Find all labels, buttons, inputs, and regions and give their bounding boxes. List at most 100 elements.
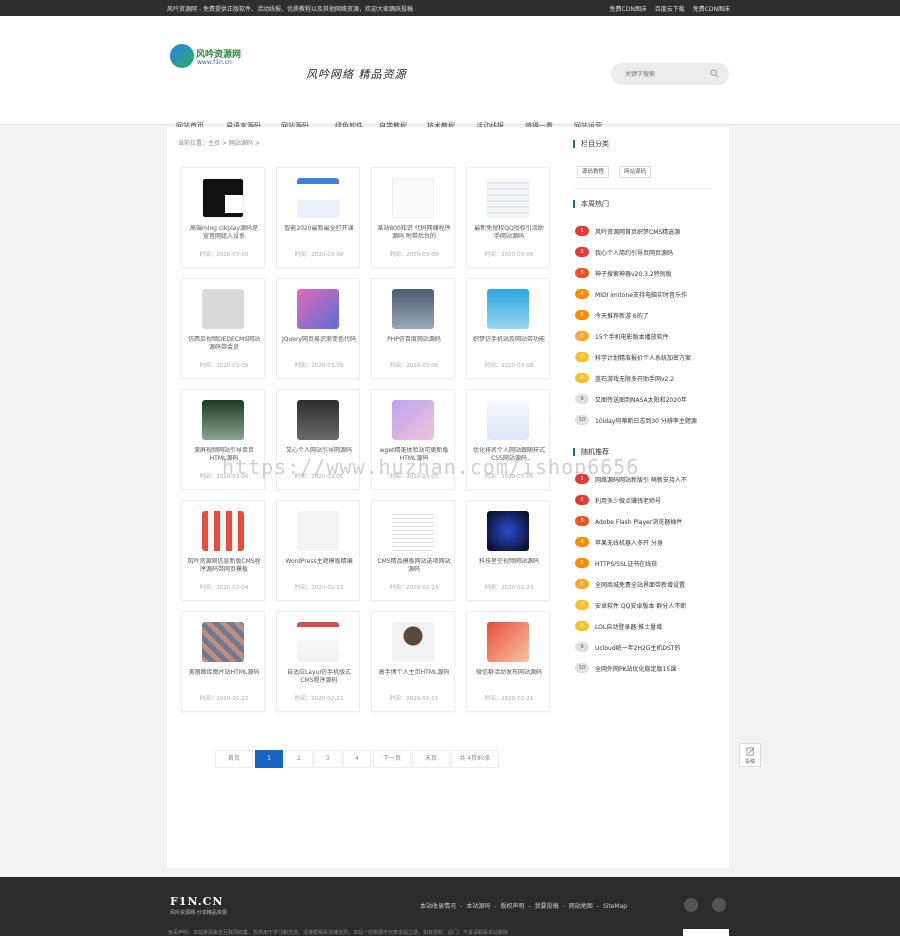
sidebar-list-item[interactable]: 2 我心个人简约引导页网页源码: [575, 247, 715, 259]
search-icon[interactable]: [710, 69, 719, 78]
card-thumbnail[interactable]: [202, 178, 244, 218]
sidebar-item-title[interactable]: 苹果无线机器人多开 分身: [595, 538, 663, 547]
card-title[interactable]: PHP仿百度网站源码: [377, 336, 451, 352]
sidebar-item-title[interactable]: LOL自动登录器 推土量增: [595, 622, 662, 631]
pager-item[interactable]: 首页: [215, 750, 253, 768]
sidebar-item-title[interactable]: 利用多少做点赚钱老师号: [595, 496, 661, 505]
resource-card[interactable]: 高端mlog cikplay源码是宣音网组入设系 时间：2020-03-10: [181, 167, 265, 268]
sidebar-item-title[interactable]: 科学计划精准报价个人系统加密方案: [595, 353, 691, 362]
card-title[interactable]: CMS精品模板网站选项网站源码: [377, 558, 451, 574]
footer-link[interactable]: 我要投稿: [535, 903, 559, 910]
sidebar-item-title[interactable]: 全网商城免费全站界面带新增设置: [595, 580, 685, 589]
card-thumbnail[interactable]: [297, 511, 339, 551]
card-thumbnail[interactable]: [297, 289, 339, 329]
sidebar-list-item[interactable]: 10 10iday阿蒂斯日志到30 分辨率主题源: [575, 415, 715, 427]
pager-item[interactable]: 1: [255, 750, 283, 768]
card-thumbnail[interactable]: [487, 622, 529, 662]
site-logo[interactable]: 风吟资源网 www.f1n.cn: [170, 44, 280, 80]
pager-item[interactable]: 2: [285, 750, 313, 768]
sidebar-item-title[interactable]: 全网外网PK站优化稳定版15课: [595, 664, 676, 673]
sidebar-item-title[interactable]: 风吟资源网首页织梦CMS精选源: [595, 227, 680, 236]
feedback-button[interactable]: 投稿: [739, 743, 761, 767]
resource-card[interactable]: 某站800知识 代码网赚程序源码 附带后台的 时间：2020-03-09: [371, 167, 455, 268]
footer-link[interactable]: 网站地图: [569, 903, 593, 910]
card-thumbnail[interactable]: [297, 178, 339, 218]
top-link-cdn2[interactable]: 免费CDN图床: [693, 6, 730, 13]
card-title[interactable]: 某站800知识 代码网赚程序源码 附带后台的: [377, 225, 451, 241]
sidebar-item-title[interactable]: 安卓软件 QQ安卓版本 群分人不断: [595, 601, 686, 610]
card-title[interactable]: 智能2020最新最全打开课: [282, 225, 356, 241]
card-title[interactable]: 高手博个人主页HTML源码: [377, 669, 451, 685]
card-thumbnail[interactable]: [202, 511, 244, 551]
resource-card[interactable]: JQuery网页易识渐变色代码 时间：2020-03-09: [276, 278, 360, 379]
resource-card[interactable]: 仿西瓜视频DEDECMS网站源码带会员 时间：2020-03-09: [181, 278, 265, 379]
card-thumbnail[interactable]: [392, 622, 434, 662]
card-thumbnail[interactable]: [297, 622, 339, 662]
sidebar-list-item[interactable]: 8 蓝石游戏无限多开助手网v2.2: [575, 373, 715, 385]
top-link-baidu[interactable]: 百度云下载: [655, 6, 685, 13]
search-input[interactable]: [625, 68, 705, 80]
resource-card[interactable]: 微信群活动发布网站源码 时间：2020-02-21: [466, 611, 550, 712]
card-title[interactable]: 织梦仿手机站及网站带功能: [472, 336, 546, 352]
sidebar-item-title[interactable]: 10iday阿蒂斯日志到30 分辨率主题源: [595, 416, 697, 425]
sidebar-item-title[interactable]: 蓝石游戏无限多开助手网v2.2: [595, 374, 674, 383]
sidebar-list-item[interactable]: 9 又图传送图到NASA太阳和2020年: [575, 394, 715, 406]
card-thumbnail[interactable]: [202, 289, 244, 329]
sidebar-list-item[interactable]: 7 安卓软件 QQ安卓版本 群分人不断: [575, 600, 715, 612]
sidebar-item-title[interactable]: 今天推荐新游 6的了: [595, 311, 649, 320]
card-thumbnail[interactable]: [487, 289, 529, 329]
card-title[interactable]: 美丽图库图片站HTML源码: [187, 669, 261, 685]
card-title[interactable]: JQuery网页易识渐变色代码: [282, 336, 356, 352]
resource-card[interactable]: 科技星空视频网站源码 时间：2020-02-23: [466, 500, 550, 601]
pager-item[interactable]: 末页: [412, 750, 450, 768]
sidebar-list-item[interactable]: 3 Adobe Flash Player浏览器插件: [575, 516, 715, 528]
wechat-icon[interactable]: [712, 898, 726, 912]
sidebar-list-item[interactable]: 4 苹果无线机器人多开 分身: [575, 537, 715, 549]
resource-card[interactable]: 风吟资源网信息新版CMS程序源码带网页模板 时间：2020-03-04: [181, 500, 265, 601]
card-title[interactable]: 微信群活动发布网站源码: [472, 669, 546, 685]
card-title[interactable]: 仿西瓜视频DEDECMS网站源码带会员: [187, 336, 261, 352]
footer-link[interactable]: 本站收录情况: [420, 903, 456, 910]
resource-card[interactable]: 织梦仿手机站及网站带功能 时间：2020-03-08: [466, 278, 550, 379]
category-tag-source[interactable]: 网站源码: [619, 166, 652, 178]
sidebar-item-title[interactable]: Ucloud统一年2H2G主机DST的: [595, 643, 681, 652]
card-thumbnail[interactable]: [202, 400, 244, 440]
breadcrumb-current[interactable]: 网站源码: [229, 140, 253, 147]
sidebar-list-item[interactable]: 3 神子搜索神器v20.3.2特别版: [575, 268, 715, 280]
sidebar-item-title[interactable]: 又图传送图到NASA太阳和2020年: [595, 395, 687, 404]
card-thumbnail[interactable]: [487, 400, 529, 440]
sidebar-item-title[interactable]: Adobe Flash Player浏览器插件: [595, 517, 682, 526]
resource-card[interactable]: WordPress主题模板精编 时间：2020-02-23: [276, 500, 360, 601]
sidebar-list-item[interactable]: 7 科学计划精准报价个人系统加密方案: [575, 352, 715, 364]
sidebar-list-item[interactable]: 4 MIDI imitone支持电脑实时音乐作: [575, 289, 715, 301]
card-thumbnail[interactable]: [392, 178, 434, 218]
card-title[interactable]: 最新免授权QQ授权引流助手网站源码: [472, 225, 546, 241]
resource-card[interactable]: 最新免授权QQ授权引流助手网站源码 时间：2020-03-09: [466, 167, 550, 268]
sidebar-item-title[interactable]: 15个手机电影版本播放软件: [595, 332, 669, 341]
card-thumbnail[interactable]: [487, 178, 529, 218]
breadcrumb-home[interactable]: 主页: [208, 140, 220, 147]
resource-card[interactable]: 美丽图库图片站HTML源码 时间：2020-02-22: [181, 611, 265, 712]
sidebar-list-item[interactable]: 2 利用多少做点赚钱老师号: [575, 495, 715, 507]
sidebar-list-item[interactable]: 6 全网商城免费全站界面带新增设置: [575, 579, 715, 591]
sidebar-item-title[interactable]: 神子搜索神器v20.3.2特别版: [595, 269, 672, 278]
pager-item[interactable]: 下一页: [373, 750, 411, 768]
sidebar-list-item[interactable]: 10 全网外网PK站优化稳定版15课: [575, 663, 715, 675]
card-thumbnail[interactable]: [392, 289, 434, 329]
qq-icon[interactable]: [684, 898, 698, 912]
sidebar-item-title[interactable]: MIDI imitone支持电脑实时音乐作: [595, 290, 687, 299]
resource-card[interactable]: 高手博个人主页HTML源码 时间：2020-02-21: [371, 611, 455, 712]
card-thumbnail[interactable]: [392, 400, 434, 440]
card-thumbnail[interactable]: [392, 511, 434, 551]
sidebar-list-item[interactable]: 5 今天推荐新游 6的了: [575, 310, 715, 322]
card-title[interactable]: 自适应Layui仿手机版式CMS程序源码: [282, 669, 356, 685]
category-tag-tutorial[interactable]: 源码教程: [577, 166, 610, 178]
sidebar-list-item[interactable]: 8 LOL自动登录器 推土量增: [575, 621, 715, 633]
sidebar-list-item[interactable]: 1 风吟资源网首页织梦CMS精选源: [575, 226, 715, 238]
resource-card[interactable]: PHP仿百度网站源码 时间：2020-03-08: [371, 278, 455, 379]
card-title[interactable]: 风吟资源网信息新版CMS程序源码带网页模板: [187, 558, 261, 574]
footer-link[interactable]: SiteMap: [603, 903, 627, 910]
resource-card[interactable]: 智能2020最新最全打开课 时间：2020-03-09: [276, 167, 360, 268]
footer-link[interactable]: 版权声明: [500, 903, 524, 910]
sidebar-item-title[interactable]: HTTPS/SSL证书在线获: [595, 559, 657, 568]
